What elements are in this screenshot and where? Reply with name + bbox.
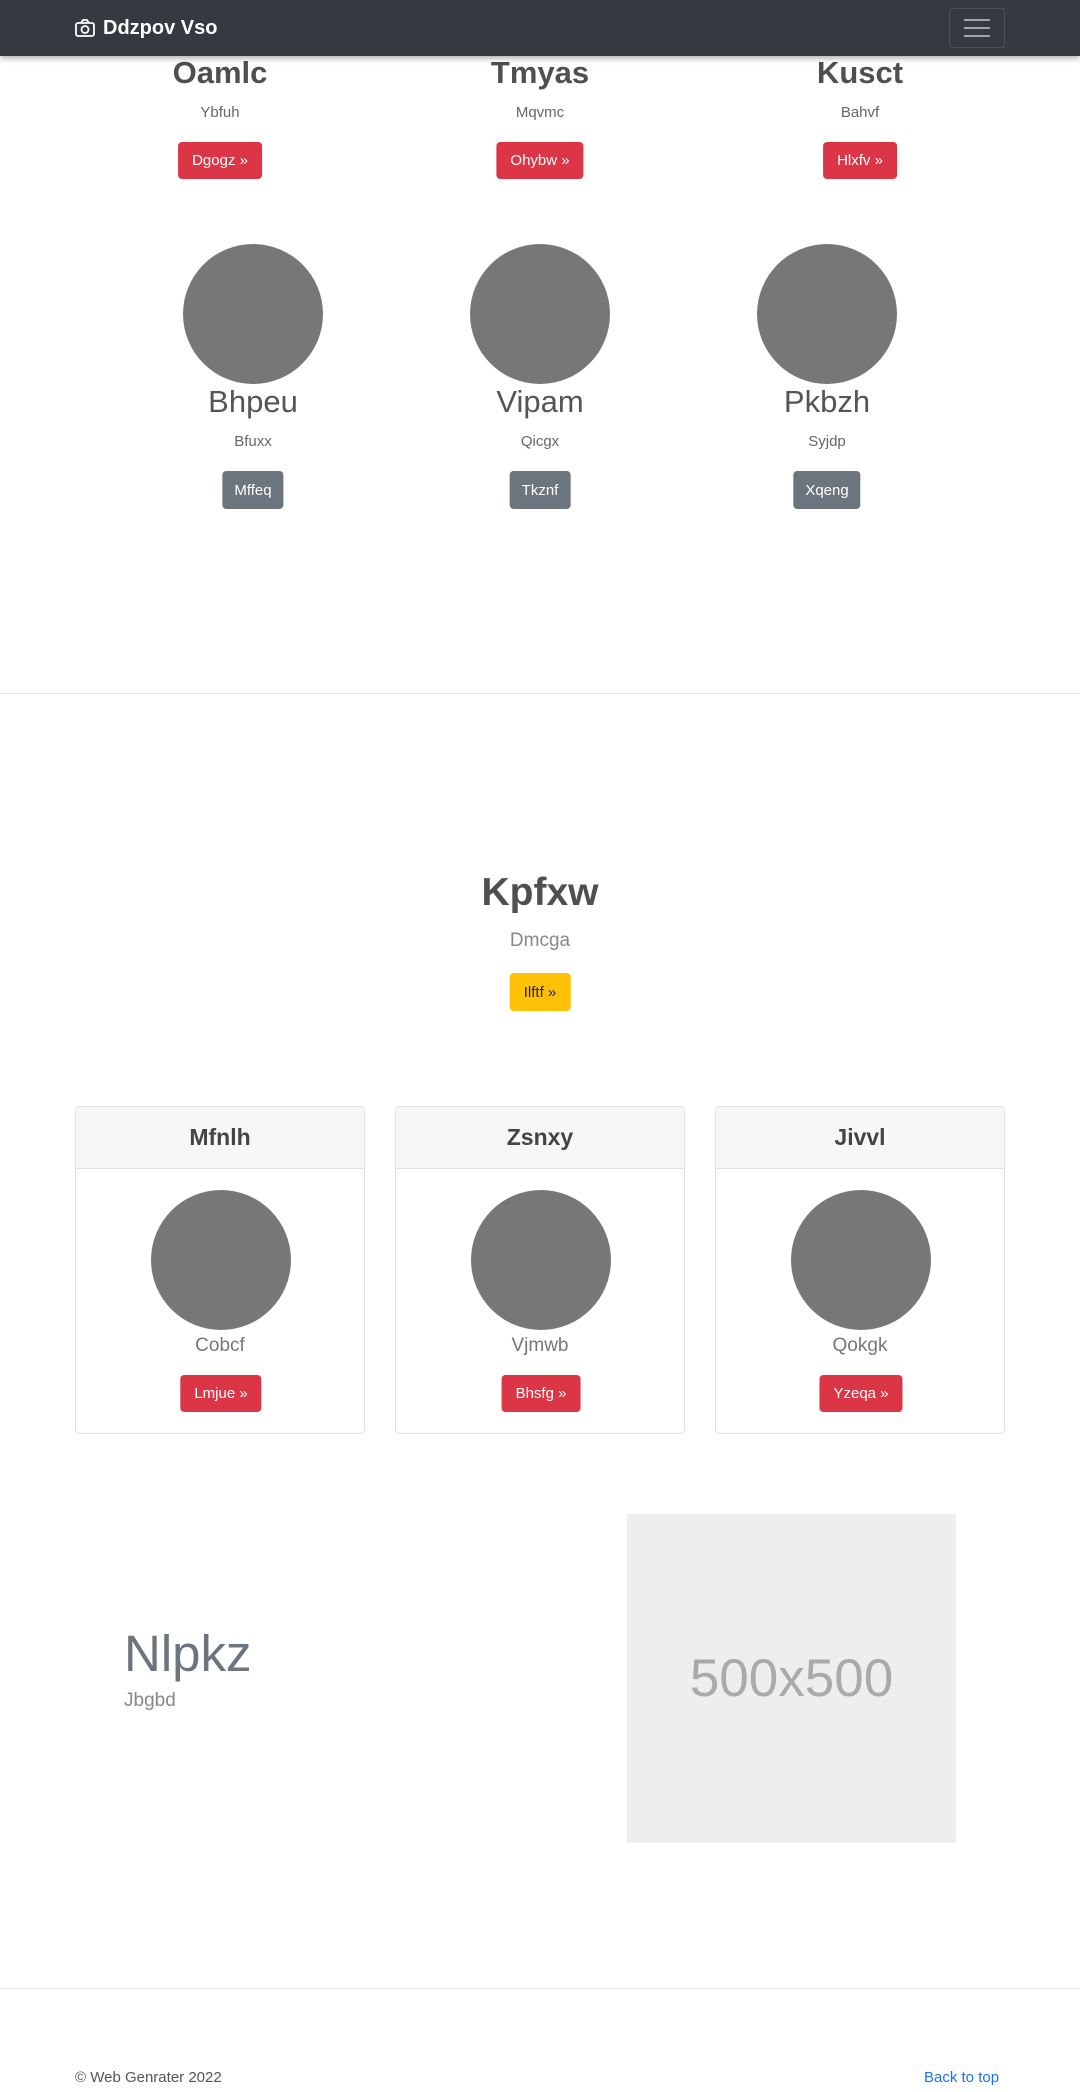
circle-item-title: Vipam: [496, 384, 584, 419]
card-text: Qokgk: [832, 1335, 888, 1356]
card-header: Zsnxy: [396, 1107, 684, 1169]
back-to-top-link[interactable]: Back to top: [924, 2069, 999, 2086]
top-item-button[interactable]: Hlxfv »: [823, 142, 897, 179]
circle-item-subtitle: Qicgx: [520, 433, 560, 450]
circle-item-subtitle: Syjdp: [808, 433, 846, 450]
brand-name: Ddzpov Vso: [103, 16, 218, 39]
brand-link[interactable]: Ddzpov Vso: [75, 0, 217, 56]
hero-subtitle: Dmcga: [509, 930, 571, 951]
card-image-placeholder: [471, 1190, 611, 1330]
top-item-title: Oamlc: [172, 55, 268, 90]
card-header: Mfnlh: [76, 1107, 364, 1169]
avatar-placeholder: [470, 244, 610, 384]
card-image-placeholder: [151, 1190, 291, 1330]
card-button[interactable]: Bhsfg »: [501, 1375, 581, 1412]
section-divider: [0, 693, 1080, 694]
top-item-subtitle: Mqvmc: [515, 104, 565, 121]
circle-item-button[interactable]: Xqeng: [793, 471, 861, 509]
top-item-subtitle: Ybfuh: [200, 104, 240, 121]
navbar: Ddzpov Vso: [0, 0, 1080, 56]
card: Zsnxy Vjmwb Bhsfg »: [395, 1106, 685, 1434]
top-item-subtitle: Bahvf: [840, 104, 880, 121]
image-size-label: 500x500: [689, 1649, 894, 1708]
circle-item-subtitle: Bfuxx: [234, 433, 272, 450]
camera-icon: [75, 19, 95, 37]
feature-subtitle: Jbgbd: [124, 1690, 176, 1711]
feature-title: Nlpkz: [124, 1625, 252, 1682]
avatar-placeholder: [183, 244, 323, 384]
hamburger-menu-icon: [964, 19, 990, 21]
circle-item-button[interactable]: Tkznf: [509, 471, 571, 509]
top-item-button[interactable]: Ohybw »: [496, 142, 584, 179]
card-button[interactable]: Lmjue »: [180, 1375, 262, 1412]
feature-image-placeholder: 500x500: [627, 1514, 956, 1843]
footer-copyright: © Web Genrater 2022: [75, 2069, 222, 2086]
top-item-title: Kusct: [816, 55, 904, 90]
card-text: Cobcf: [195, 1335, 245, 1356]
navbar-toggler-button[interactable]: [949, 8, 1005, 48]
circle-item-title: Pkbzh: [783, 384, 871, 419]
card-button[interactable]: Yzeqa »: [819, 1375, 903, 1412]
card-text: Vjmwb: [511, 1335, 569, 1356]
top-item-title: Tmyas: [490, 55, 590, 90]
card: Mfnlh Cobcf Lmjue »: [75, 1106, 365, 1434]
avatar-placeholder: [757, 244, 897, 384]
hero-title: Kpfxw: [481, 871, 599, 914]
circle-item-title: Bhpeu: [208, 384, 298, 419]
card-image-placeholder: [791, 1190, 931, 1330]
footer-divider: [0, 1988, 1080, 1989]
hero-button[interactable]: Ilftf »: [509, 973, 571, 1011]
top-item-button[interactable]: Dgogz »: [178, 142, 262, 179]
card: Jivvl Qokgk Yzeqa »: [715, 1106, 1005, 1434]
card-header: Jivvl: [716, 1107, 1004, 1169]
circle-item-button[interactable]: Mffeq: [222, 471, 284, 509]
